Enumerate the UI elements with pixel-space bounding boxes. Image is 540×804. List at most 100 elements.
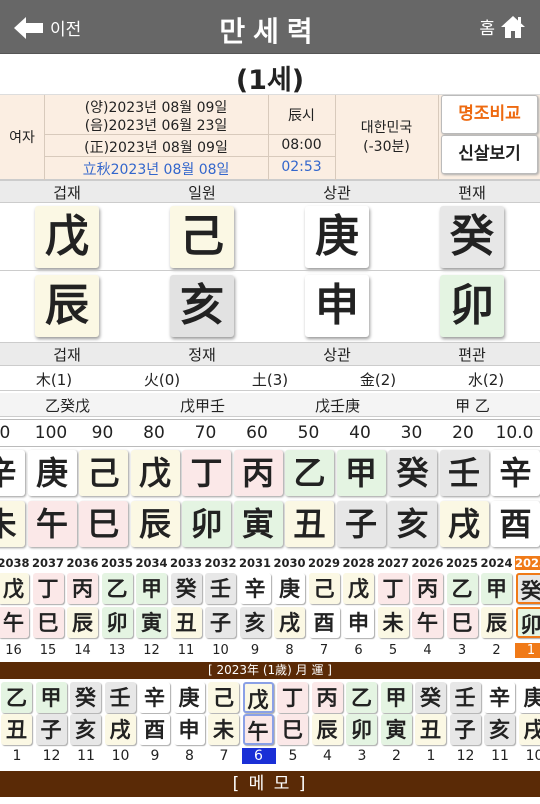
month-branch[interactable]: 寅: [380, 714, 412, 745]
daewoon-stem[interactable]: 辛: [491, 450, 540, 496]
month-branch[interactable]: 卯: [346, 714, 377, 745]
daewoon-stem[interactable]: 乙: [285, 450, 334, 496]
month-branch[interactable]: 申: [173, 714, 205, 745]
year-branch[interactable]: 未: [377, 607, 409, 638]
daewoon-branch[interactable]: 午: [27, 501, 77, 547]
sinsal-button[interactable]: 신살보기: [441, 135, 538, 174]
year-stem[interactable]: 戊: [0, 573, 29, 604]
year-stem[interactable]: 癸: [515, 573, 540, 604]
daewoon-branch[interactable]: 未: [0, 501, 25, 547]
year-stem[interactable]: 丁: [32, 573, 64, 604]
daewoon-branch[interactable]: 子: [336, 501, 386, 547]
month-stem[interactable]: 癸: [415, 682, 446, 713]
lunar-date: (음)2023년 06월 23일: [84, 118, 228, 134]
month-stem[interactable]: 丙: [311, 682, 343, 713]
year-stem[interactable]: 壬: [205, 573, 236, 604]
year-branch[interactable]: 卯: [515, 607, 540, 638]
god-label: 상관: [323, 346, 351, 364]
god-label: 편관: [458, 346, 486, 364]
year-branch[interactable]: 酉: [308, 607, 340, 638]
year-stem[interactable]: 乙: [446, 573, 478, 604]
home-button[interactable]: 홈: [479, 14, 526, 39]
hidden-stems: 乙癸戊: [44, 397, 90, 415]
month-branch[interactable]: 戌: [518, 714, 540, 745]
daewoon-branch[interactable]: 酉: [491, 501, 540, 547]
month-branch[interactable]: 丑: [415, 714, 446, 745]
year-stem[interactable]: 乙: [101, 573, 133, 604]
daewoon-branch[interactable]: 亥: [388, 501, 437, 547]
daewoon-stem[interactable]: 己: [79, 450, 128, 496]
year-stem[interactable]: 庚: [274, 573, 305, 604]
month-branch[interactable]: 巳: [277, 714, 308, 745]
month-stem[interactable]: 甲: [380, 682, 412, 713]
year-branch[interactable]: 戌: [274, 607, 305, 638]
month-branch[interactable]: 亥: [70, 714, 101, 745]
daewoon-stem[interactable]: 辛: [0, 450, 25, 496]
year-stem[interactable]: 丙: [67, 573, 98, 604]
month-stem[interactable]: 庚: [173, 682, 205, 713]
compare-button[interactable]: 명조비교: [441, 95, 538, 134]
year-stem[interactable]: 癸: [170, 573, 202, 604]
year-branch[interactable]: 午: [412, 607, 443, 638]
year-stem[interactable]: 戊: [343, 573, 374, 604]
daewoon-branch[interactable]: 戌: [439, 501, 489, 547]
month-branch[interactable]: 丑: [1, 714, 32, 745]
year-branch[interactable]: 子: [205, 607, 236, 638]
year-number: 2036: [66, 556, 99, 570]
daewoon-branch[interactable]: 丑: [285, 501, 334, 547]
daewoon-branch[interactable]: 寅: [233, 501, 283, 547]
daewoon-stem[interactable]: 戊: [130, 450, 180, 496]
daewoon-branch[interactable]: 巳: [79, 501, 128, 547]
daewoon-stem[interactable]: 丁: [182, 450, 231, 496]
month-stem[interactable]: 辛: [139, 682, 170, 713]
daewoon-stem[interactable]: 癸: [388, 450, 437, 496]
month-stem[interactable]: 戊: [242, 682, 274, 713]
month-stem[interactable]: 癸: [70, 682, 101, 713]
page-title: 만세력: [219, 15, 321, 48]
month-stem[interactable]: 甲: [35, 682, 67, 713]
year-branch[interactable]: 丑: [170, 607, 202, 638]
year-branch[interactable]: 亥: [239, 607, 271, 638]
year-branch[interactable]: 寅: [136, 607, 167, 638]
month-branch[interactable]: 子: [35, 714, 67, 745]
year-stem[interactable]: 丁: [377, 573, 409, 604]
daewoon-branch[interactable]: 卯: [182, 501, 231, 547]
year-branch[interactable]: 巳: [32, 607, 64, 638]
daewoon-stem[interactable]: 丙: [233, 450, 283, 496]
year-number: 2026: [411, 556, 444, 570]
month-branch[interactable]: 辰: [311, 714, 343, 745]
month-stem[interactable]: 壬: [104, 682, 136, 713]
year-branch[interactable]: 申: [343, 607, 374, 638]
month-stem[interactable]: 庚: [518, 682, 540, 713]
year-branch[interactable]: 午: [0, 607, 29, 638]
month-stem[interactable]: 壬: [449, 682, 481, 713]
month-branch[interactable]: 戌: [104, 714, 136, 745]
year-branch[interactable]: 辰: [67, 607, 98, 638]
month-stem[interactable]: 辛: [484, 682, 515, 713]
year-stem[interactable]: 己: [308, 573, 340, 604]
month-branch[interactable]: 酉: [139, 714, 170, 745]
daewoon-stem[interactable]: 甲: [336, 450, 386, 496]
month-branch[interactable]: 午: [242, 714, 274, 745]
month-branch[interactable]: 未: [208, 714, 239, 745]
memo-button[interactable]: [ 메 모 ]: [0, 771, 540, 797]
year-branch[interactable]: 辰: [481, 607, 512, 638]
month-stem[interactable]: 乙: [346, 682, 377, 713]
year-branch[interactable]: 卯: [101, 607, 133, 638]
year-branch[interactable]: 巳: [446, 607, 478, 638]
month-branch[interactable]: 子: [449, 714, 481, 745]
year-stem[interactable]: 甲: [136, 573, 167, 604]
daewoon-stem[interactable]: 庚: [27, 450, 77, 496]
month-branch[interactable]: 亥: [484, 714, 515, 745]
year-stem[interactable]: 甲: [481, 573, 512, 604]
daewoon-branch[interactable]: 辰: [130, 501, 180, 547]
month-stem[interactable]: 己: [208, 682, 239, 713]
month-stem[interactable]: 乙: [1, 682, 32, 713]
year-stem[interactable]: 辛: [239, 573, 271, 604]
birth-hour: 辰시: [288, 108, 315, 124]
year-age: 2: [492, 643, 501, 658]
month-number: 8: [185, 748, 194, 764]
year-stem[interactable]: 丙: [412, 573, 443, 604]
month-stem[interactable]: 丁: [277, 682, 308, 713]
daewoon-stem[interactable]: 壬: [439, 450, 489, 496]
